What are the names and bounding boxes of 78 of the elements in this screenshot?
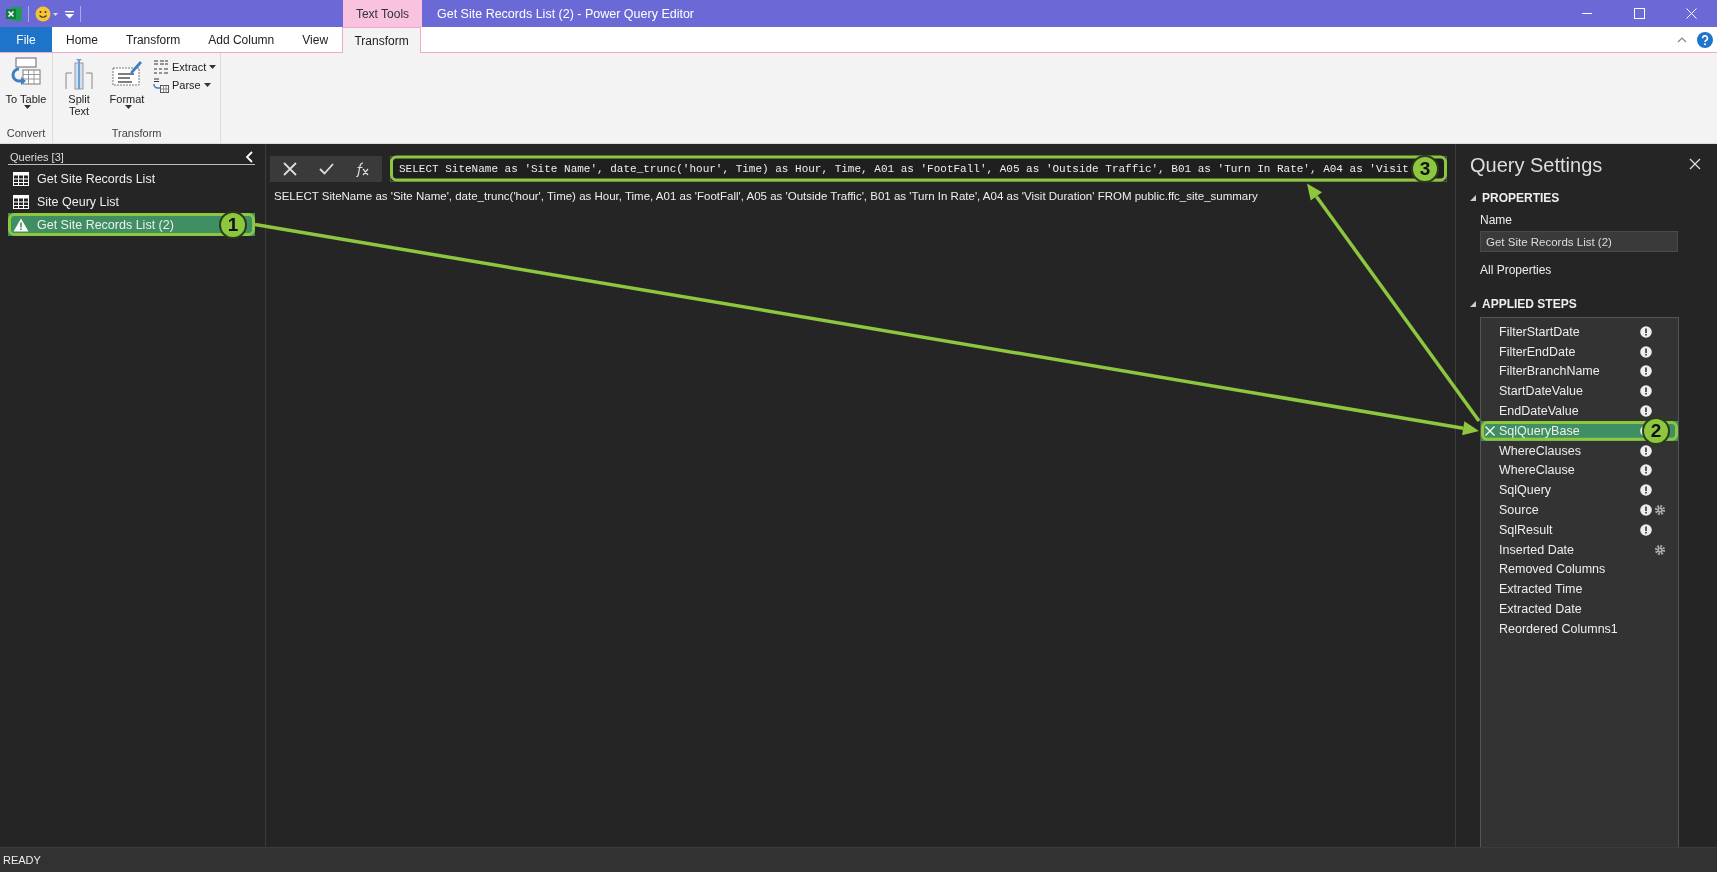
spreadsheet-app-icon — [6, 5, 22, 22]
ribbon-group-label: Convert — [5, 126, 47, 141]
collapse-triangle-icon[interactable] — [1470, 301, 1476, 307]
ribbon-tab[interactable]: Add Column — [194, 27, 289, 52]
ribbon-button[interactable]: To Table — [4, 57, 48, 125]
applied-step[interactable]: SqlResult — [1481, 519, 1678, 540]
table-icon — [13, 171, 29, 186]
step-label: FilterBranchName — [1499, 364, 1600, 379]
step-label: SqlResult — [1499, 522, 1553, 537]
all-properties-link[interactable]: All Properties — [1480, 263, 1552, 277]
collapse-pane-icon[interactable] — [245, 151, 253, 163]
ribbon-button[interactable]: Split Text — [57, 57, 101, 125]
applied-step[interactable]: Extracted Time — [1481, 579, 1678, 600]
help-icon[interactable] — [1697, 31, 1713, 48]
split-columns-icon — [64, 57, 94, 91]
ribbon-button[interactable]: Parse — [153, 77, 217, 93]
status-text: READY — [3, 854, 41, 866]
query-item[interactable]: Get Site Records List — [8, 167, 255, 190]
smiley-icon[interactable] — [35, 4, 59, 23]
ribbon-group-label: Transform — [110, 126, 163, 141]
field-label: Name — [1480, 213, 1513, 227]
applied-step[interactable]: StartDateValue — [1481, 381, 1678, 402]
ribbon-button[interactable]: Format — [105, 57, 149, 125]
contextual-tab-group-label: Text Tools — [343, 0, 422, 27]
gear-icon[interactable] — [1654, 543, 1666, 556]
parse-icon — [153, 77, 169, 93]
window-title: Get Site Records List (2) - Power Query Editor — [436, 5, 696, 23]
applied-step[interactable]: FilterEndDate — [1481, 341, 1678, 362]
collapse-triangle-icon[interactable] — [1470, 195, 1476, 201]
maximize-icon[interactable] — [1633, 8, 1645, 19]
step-label: FilterStartDate — [1499, 324, 1580, 339]
section-heading: PROPERTIES — [1482, 191, 1560, 205]
step-label: SqlQuery — [1499, 483, 1552, 498]
step-label: WhereClauses — [1499, 443, 1581, 458]
delete-step-icon[interactable] — [1485, 425, 1495, 436]
applied-step[interactable]: Source — [1481, 500, 1678, 520]
step-label: Removed Columns — [1499, 562, 1606, 577]
pane-title: Query Settings — [1470, 154, 1603, 177]
ribbon-tab[interactable]: Transform — [342, 27, 422, 53]
ribbon-tab[interactable]: File — [0, 27, 52, 52]
applied-step[interactable]: Extracted Date — [1481, 599, 1678, 619]
callout-badge: 1 — [219, 210, 247, 239]
close-icon[interactable] — [1689, 158, 1701, 170]
applied-step[interactable]: Removed Columns — [1481, 559, 1678, 580]
query-item[interactable]: Site Qeury List — [8, 190, 255, 213]
queries-header: Queries [3] — [10, 151, 64, 163]
ribbon-tab[interactable]: View — [288, 27, 343, 52]
customize-dropdown-icon[interactable] — [65, 8, 74, 19]
step-label: SqlQueryBase — [1499, 423, 1580, 438]
step-label: Inserted Date — [1499, 542, 1575, 557]
name-field[interactable]: Get Site Records List (2) — [1480, 231, 1678, 252]
step-label: Reordered Columns1 — [1499, 621, 1618, 636]
collapse-ribbon-icon[interactable] — [1677, 36, 1687, 43]
gear-icon[interactable] — [1654, 504, 1666, 517]
step-label: Extracted Date — [1499, 602, 1582, 617]
applied-step[interactable]: FilterStartDate — [1481, 322, 1678, 342]
extract-icon — [153, 59, 169, 75]
function-icon[interactable] — [354, 160, 370, 177]
step-label: WhereClause — [1499, 463, 1575, 478]
warning-icon — [13, 217, 29, 232]
step-label: Source — [1499, 503, 1539, 518]
table-icon — [13, 194, 29, 209]
applied-step[interactable]: SqlQuery — [1481, 480, 1678, 501]
applied-step[interactable]: FilterBranchName — [1481, 361, 1678, 382]
checkmark-icon[interactable] — [318, 162, 334, 175]
applied-step[interactable]: Inserted Date — [1481, 539, 1678, 560]
step-label: EndDateValue — [1499, 404, 1579, 419]
cancel-icon[interactable] — [283, 161, 297, 176]
step-label: FilterEndDate — [1499, 344, 1576, 359]
section-heading: APPLIED STEPS — [1482, 297, 1577, 311]
step-label: Extracted Time — [1499, 582, 1583, 597]
ribbon-tab[interactable]: Home — [52, 27, 112, 52]
applied-step[interactable]: WhereClause — [1481, 460, 1678, 481]
value-preview-text: SELECT SiteName as 'Site Name', date_trunc('hour', Time) as Hour, Time, A01 as 'FootFall', A05 as 'Outside Traffic', B01 as 'Turn In Rate', A04 as 'Visit Duration' FROM public.ffc_site_summary — [274, 190, 1259, 202]
ribbon-tab[interactable]: Transform — [112, 27, 195, 52]
applied-step[interactable]: Reordered Columns1 — [1481, 618, 1678, 639]
ribbon-button[interactable]: Extract — [153, 59, 217, 75]
step-label: StartDateValue — [1499, 384, 1583, 399]
